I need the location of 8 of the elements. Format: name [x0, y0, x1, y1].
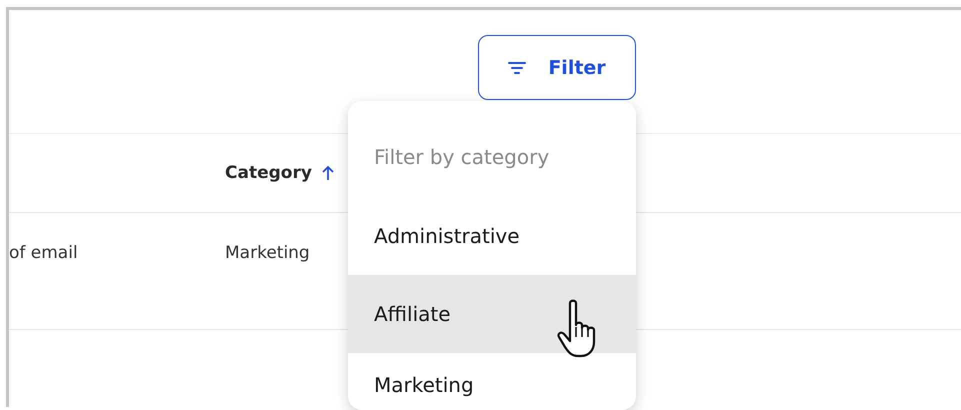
menu-heading: Filter by category	[373, 144, 550, 171]
menu-item[interactable]: Marketing	[348, 353, 636, 410]
menu-item[interactable]: Administrative	[348, 197, 636, 275]
filter-icon	[508, 62, 526, 74]
filter-button[interactable]: Filter	[478, 35, 636, 100]
table-cell: of email	[9, 243, 78, 263]
table-cell: Marketing	[225, 243, 310, 263]
column-header[interactable]: Category	[225, 163, 312, 183]
